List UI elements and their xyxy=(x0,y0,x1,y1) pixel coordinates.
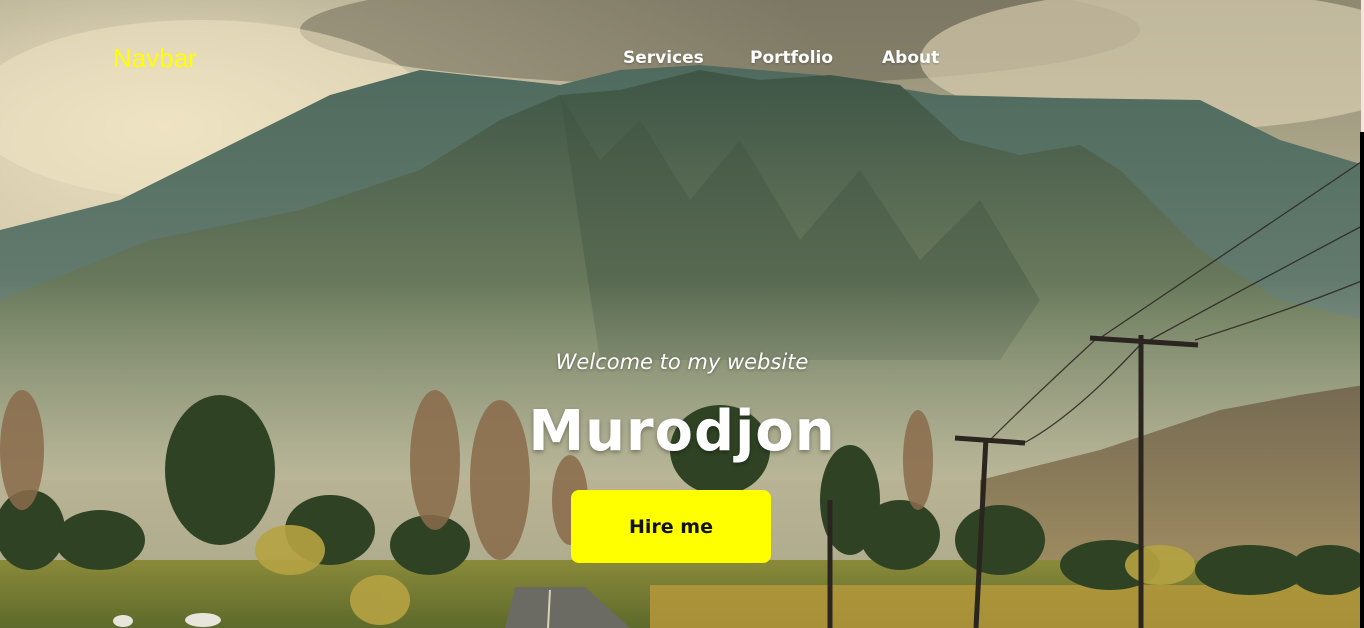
hero-welcome-text: Welcome to my website xyxy=(555,350,809,374)
nav-link-about[interactable]: About xyxy=(882,44,939,72)
nav-links: Services Portfolio About xyxy=(0,44,1364,74)
hero-title: Murodjon xyxy=(528,399,836,464)
navbar: Navbar Services Portfolio About xyxy=(0,0,1364,116)
nav-link-services[interactable]: Services xyxy=(623,44,704,72)
nav-link-portfolio[interactable]: Portfolio xyxy=(750,44,833,72)
hire-me-button[interactable]: Hire me xyxy=(571,490,771,563)
page-edge-divider xyxy=(1360,132,1364,628)
hero-section: Navbar Services Portfolio About Welcome … xyxy=(0,0,1364,628)
